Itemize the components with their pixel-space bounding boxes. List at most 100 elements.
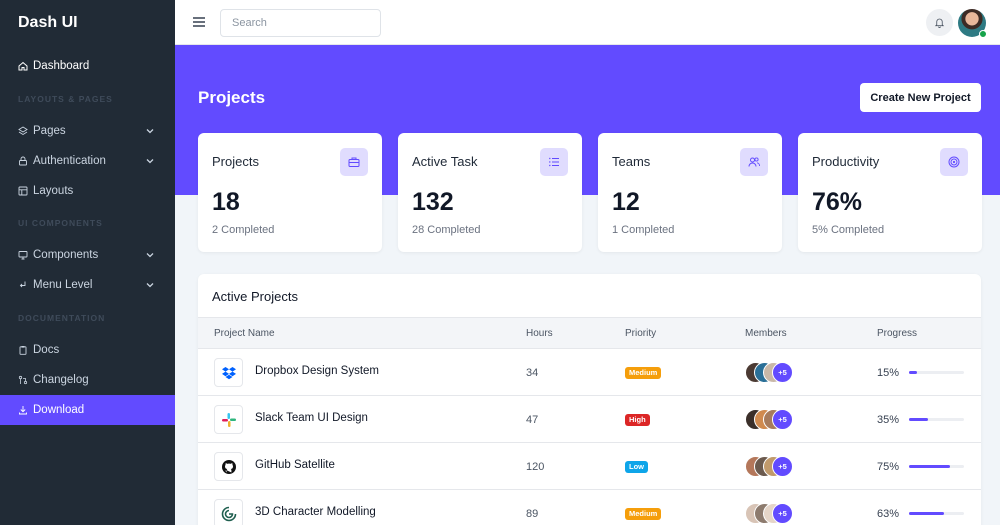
- sidebar-item-menu-level[interactable]: Menu Level: [0, 270, 175, 300]
- stat-card-subtext: 28 Completed: [412, 224, 481, 236]
- layout-icon: [18, 186, 28, 196]
- create-new-project-button[interactable]: Create New Project: [860, 83, 981, 112]
- project-hours: 89: [526, 508, 539, 520]
- sidebar-item-layouts[interactable]: Layouts: [0, 176, 175, 206]
- priority-badge: Medium: [625, 367, 662, 379]
- project-name[interactable]: Dropbox Design System: [255, 365, 379, 377]
- sidebar-item-label: Docs: [33, 344, 60, 356]
- monitor-icon: [18, 250, 28, 260]
- list-icon: [540, 148, 568, 176]
- column-header-members: Members: [745, 328, 787, 339]
- table-row[interactable]: Dropbox Design System 34 Medium +5 15%: [198, 349, 981, 396]
- sidebar-item-label: Pages: [33, 125, 66, 137]
- sidebar-item-docs[interactable]: Docs: [0, 335, 175, 365]
- lock-icon: [18, 156, 28, 166]
- layers-icon: [18, 126, 28, 136]
- stat-card-projects: Projects 18 2 Completed: [198, 133, 382, 252]
- sidebar-item-label: Menu Level: [33, 279, 93, 291]
- clipboard-icon: [18, 345, 28, 355]
- progress-bar: [909, 371, 964, 374]
- project-name[interactable]: 3D Character Modelling: [255, 506, 376, 518]
- sidebar-item-label: Download: [33, 404, 85, 416]
- project-name[interactable]: GitHub Satellite: [255, 459, 335, 471]
- priority-badge: Medium: [625, 508, 662, 520]
- column-header-priority: Priority: [625, 328, 657, 339]
- more-members-badge[interactable]: +5: [772, 503, 793, 524]
- corner-left-icon: [18, 280, 28, 290]
- online-status-dot: [979, 30, 987, 38]
- github-logo-icon: [214, 452, 243, 481]
- stat-card-subtext: 1 Completed: [612, 224, 675, 236]
- progress-percent: 35%: [877, 414, 900, 426]
- column-header-progress: Progress: [877, 328, 918, 339]
- chevron-down-icon: [146, 283, 154, 288]
- more-members-badge[interactable]: +5: [772, 409, 793, 430]
- sidebar-item-download[interactable]: Download: [0, 395, 175, 425]
- active-projects-panel: Active Projects Project Name Hours Prior…: [198, 274, 981, 525]
- briefcase-icon: [340, 148, 368, 176]
- user-avatar[interactable]: [958, 9, 987, 38]
- stat-card-title: Active Task: [412, 154, 478, 169]
- stat-card-value: 76%: [812, 188, 863, 216]
- member-avatars: +5: [745, 362, 805, 383]
- member-avatars: +5: [745, 409, 805, 430]
- progress-bar-fill: [909, 371, 918, 374]
- threed-logo-icon: [214, 499, 243, 525]
- users-icon: [740, 148, 768, 176]
- project-name[interactable]: Slack Team UI Design: [255, 412, 368, 424]
- slack-logo-icon: [214, 405, 243, 434]
- sidebar-heading: DOCUMENTATION: [18, 313, 106, 323]
- column-header-project-name: Project Name: [214, 328, 275, 339]
- git-pull-icon: [18, 375, 28, 385]
- more-members-badge[interactable]: +5: [772, 456, 793, 477]
- progress-percent: 15%: [877, 367, 900, 379]
- chevron-down-icon: [146, 159, 154, 164]
- progress-percent: 75%: [877, 461, 900, 473]
- bell-icon: [934, 18, 945, 28]
- sidebar-item-dashboard[interactable]: Dashboard: [0, 51, 175, 81]
- progress-bar: [909, 512, 964, 515]
- stat-card-value: 132: [412, 188, 454, 216]
- chevron-down-icon: [146, 129, 154, 134]
- stat-card-productivity: Productivity 76% 5% Completed: [798, 133, 982, 252]
- sidebar-item-components[interactable]: Components: [0, 240, 175, 270]
- search-input[interactable]: [220, 9, 381, 37]
- progress-bar: [909, 465, 964, 468]
- sidebar-item-authentication[interactable]: Authentication: [0, 146, 175, 176]
- more-members-badge[interactable]: +5: [772, 362, 793, 383]
- stat-card-title: Projects: [212, 154, 259, 169]
- topbar: [175, 0, 1000, 45]
- sidebar-item-label: Authentication: [33, 155, 106, 167]
- table-row[interactable]: Slack Team UI Design 47 High +5 35%: [198, 396, 981, 443]
- dropbox-logo-icon: [214, 358, 243, 387]
- notification-button[interactable]: [926, 9, 953, 36]
- sidebar-item-label: Dashboard: [33, 60, 90, 72]
- table-header: Project Name Hours Priority Members Prog…: [198, 317, 981, 349]
- stat-card-active-task: Active Task 132 28 Completed: [398, 133, 582, 252]
- brand-logo[interactable]: Dash UI: [0, 0, 175, 46]
- stat-card-value: 18: [212, 188, 240, 216]
- target-icon: [940, 148, 968, 176]
- progress-bar-fill: [909, 418, 929, 421]
- sidebar-item-label: Layouts: [33, 185, 74, 197]
- progress-bar: [909, 418, 964, 421]
- sidebar-heading: LAYOUTS & PAGES: [18, 94, 113, 104]
- panel-title: Active Projects: [212, 289, 298, 304]
- stat-card-subtext: 5% Completed: [812, 224, 885, 236]
- sidebar-item-changelog[interactable]: Changelog: [0, 365, 175, 395]
- chevron-down-icon: [146, 253, 154, 258]
- table-row[interactable]: 3D Character Modelling 89 Medium +5 63%: [198, 490, 981, 525]
- stat-card-title: Teams: [612, 154, 651, 169]
- sidebar-item-label: Components: [33, 249, 99, 261]
- menu-toggle-icon[interactable]: [193, 17, 205, 27]
- sidebar-item-pages[interactable]: Pages: [0, 116, 175, 146]
- sidebar-heading: UI COMPONENTS: [18, 218, 103, 228]
- priority-badge: Low: [625, 461, 648, 473]
- priority-badge: High: [625, 414, 650, 426]
- stat-card-teams: Teams 12 1 Completed: [598, 133, 782, 252]
- table-row[interactable]: GitHub Satellite 120 Low +5 75%: [198, 443, 981, 490]
- download-icon: [18, 405, 28, 415]
- member-avatars: +5: [745, 503, 805, 524]
- stat-card-title: Productivity: [812, 154, 880, 169]
- progress-bar-fill: [909, 512, 944, 515]
